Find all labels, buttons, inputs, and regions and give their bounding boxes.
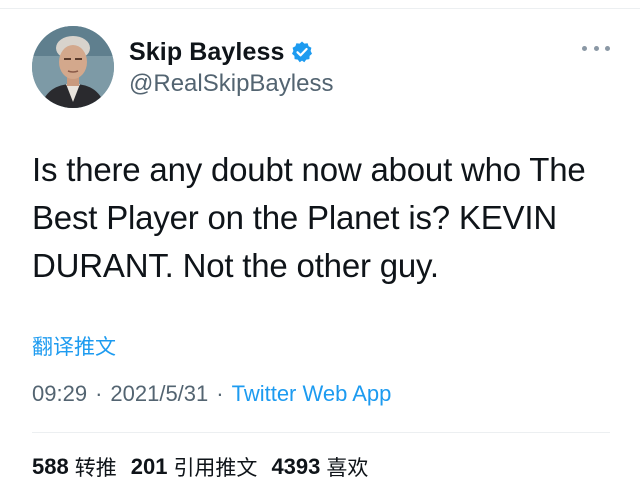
retweet-label[interactable]: 转推 <box>75 452 117 482</box>
translate-tweet-link[interactable]: 翻译推文 <box>32 331 116 361</box>
tweet-stats: 588 转推 201 引用推文 4393 喜欢 <box>32 452 382 482</box>
more-dot <box>593 45 599 51</box>
user-handle[interactable]: @RealSkipBayless <box>129 70 333 98</box>
tweet-text: Is there any doubt now about who The Bes… <box>32 151 586 284</box>
user-name-row: Skip Bayless <box>129 35 314 69</box>
tweet-meta: 09:29 · 2021/5/31 · Twitter Web App <box>32 381 391 407</box>
more-dot <box>605 45 610 51</box>
retweet-count[interactable]: 588 <box>32 454 69 480</box>
avatar[interactable] <box>32 26 114 108</box>
stats-divider <box>32 432 610 433</box>
quote-count[interactable]: 201 <box>131 454 168 480</box>
verified-badge-icon <box>290 40 314 64</box>
tweet-date[interactable]: 2021/5/31 <box>110 381 208 407</box>
tweet-time[interactable]: 09:29 <box>32 381 87 407</box>
more-options-icon[interactable] <box>582 41 610 55</box>
tweet-source[interactable]: Twitter Web App <box>232 381 392 407</box>
more-dot <box>582 45 587 51</box>
like-label[interactable]: 喜欢 <box>326 452 368 482</box>
quote-label[interactable]: 引用推文 <box>173 452 257 482</box>
display-name[interactable]: Skip Bayless <box>129 38 284 67</box>
like-count[interactable]: 4393 <box>271 454 320 480</box>
meta-separator: · <box>216 381 224 406</box>
meta-separator: · <box>95 381 103 406</box>
top-divider <box>0 0 640 9</box>
avatar-image <box>32 26 114 108</box>
